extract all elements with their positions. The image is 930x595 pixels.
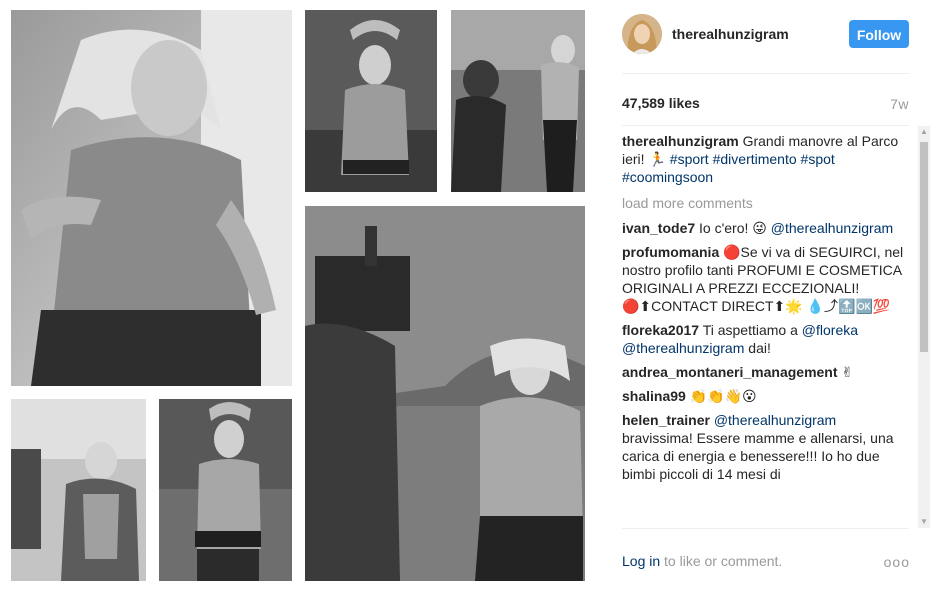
comment-username[interactable]: helen_trainer <box>622 412 710 428</box>
likes-count[interactable]: 47,589 likes <box>622 95 700 111</box>
scrollbar-thumb[interactable] <box>920 142 928 352</box>
photo-woman-running <box>11 10 292 386</box>
login-prompt-text: to like or comment. <box>664 553 783 569</box>
comments-scrollbar[interactable]: ▲ ▼ <box>918 126 930 528</box>
comment-item: shalina99 👏👏👋😮 <box>622 387 910 405</box>
comment-text: Ti aspettiamo a <box>702 322 798 338</box>
post-age[interactable]: 7w <box>890 96 909 112</box>
load-more-comments[interactable]: load more comments <box>622 194 910 212</box>
photo-woman-arms-up <box>159 399 292 581</box>
footer-divider <box>622 528 909 529</box>
comment-username[interactable]: andrea_montaneri_management <box>622 364 838 380</box>
avatar[interactable] <box>622 14 662 54</box>
login-link[interactable]: Log in <box>622 553 660 569</box>
comment-username[interactable]: floreka2017 <box>622 322 699 338</box>
photo-camera-operator-filming <box>305 206 585 581</box>
comment-item: helen_trainer @therealhunzigram bravissi… <box>622 411 910 483</box>
follow-button[interactable]: Follow <box>849 20 909 48</box>
photo-woman-smiling-street <box>11 399 146 581</box>
comment-text: ✌ <box>841 364 854 380</box>
more-options-icon[interactable]: ooo <box>884 554 910 570</box>
post-photo-collage[interactable] <box>0 0 600 595</box>
likes-divider <box>622 125 909 126</box>
scroll-up-arrow-icon[interactable]: ▲ <box>918 126 930 138</box>
photo-woman-stretching <box>305 10 437 192</box>
post-header: therealhunzigram Follow <box>622 12 909 62</box>
hashtag[interactable]: #spot <box>801 151 835 167</box>
comment-username[interactable]: ivan_tode7 <box>622 220 695 236</box>
comment-mention[interactable]: @therealhunzigram <box>771 220 893 236</box>
header-divider <box>622 73 909 74</box>
hashtag[interactable]: #divertimento <box>713 151 797 167</box>
hashtag[interactable]: #sport <box>670 151 709 167</box>
caption-username[interactable]: therealhunzigram <box>622 133 739 149</box>
post-details-panel: therealhunzigram Follow 47,589 likes 7w … <box>600 0 930 595</box>
photo-selfie-with-photographer <box>451 10 585 192</box>
comment-text-after: bravissima! Essere mamme e allenarsi, un… <box>622 430 894 482</box>
post-footer: Log in to like or comment. ooo <box>622 553 910 577</box>
comment-text: 👏👏👋😮 <box>689 388 757 404</box>
post-username[interactable]: therealhunzigram <box>672 26 789 42</box>
hashtag[interactable]: #coomingsoon <box>622 169 713 185</box>
comment-username[interactable]: shalina99 <box>622 388 686 404</box>
comment-item: floreka2017 Ti aspettiamo a @floreka @th… <box>622 321 910 357</box>
comment-username[interactable]: profumomania <box>622 244 719 260</box>
comment-item: profumomania 🔴Se vi va di SEGUIRCI, nel … <box>622 243 910 315</box>
scroll-down-arrow-icon[interactable]: ▼ <box>918 516 930 528</box>
comments-list: therealhunzigram Grandi manovre al Parco… <box>622 132 910 525</box>
caption: therealhunzigram Grandi manovre al Parco… <box>622 132 910 186</box>
comment-item: ivan_tode7 Io c'ero! 😜 @therealhunzigram <box>622 219 910 237</box>
comment-text-after: dai! <box>748 340 771 356</box>
comment-text: Io c'ero! 😜 <box>699 220 767 236</box>
comment-mention[interactable]: @therealhunzigram <box>714 412 836 428</box>
comment-item: andrea_montaneri_management ✌ <box>622 363 910 381</box>
